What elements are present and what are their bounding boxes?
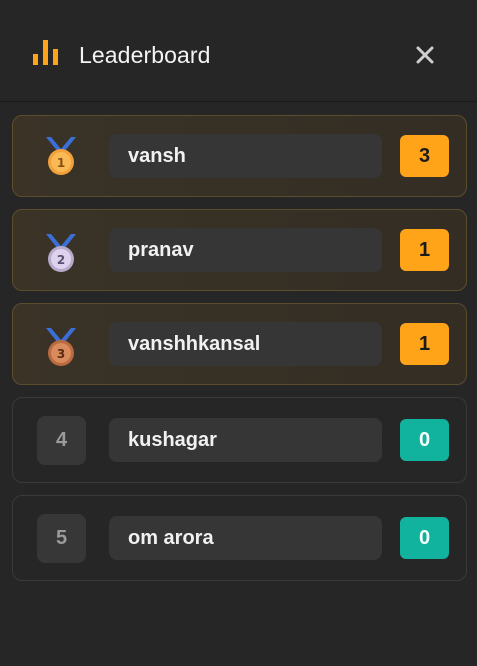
leaderboard-row: 5 om arora 0 <box>12 495 467 581</box>
player-name: kushagar <box>109 418 382 462</box>
player-name: vanshhkansal <box>109 322 382 366</box>
rank-number: 4 <box>37 416 86 465</box>
gold-medal-icon: 1 <box>46 137 76 175</box>
bronze-medal-icon: 3 <box>46 328 76 366</box>
player-name: vansh <box>109 134 382 178</box>
rank-number: 5 <box>37 514 86 563</box>
leaderboard-row: 2 pranav 1 <box>12 209 467 291</box>
bar-chart-icon <box>33 40 58 65</box>
page-title: Leaderboard <box>79 42 211 68</box>
score-badge: 0 <box>400 419 449 461</box>
score-badge: 1 <box>400 323 449 365</box>
leaderboard-header: Leaderboard <box>0 0 477 102</box>
svg-text:2: 2 <box>57 253 65 267</box>
score-badge: 3 <box>400 135 449 177</box>
svg-text:3: 3 <box>57 347 65 361</box>
leaderboard-row: 1 vansh 3 <box>12 115 467 197</box>
silver-medal-icon: 2 <box>46 234 76 272</box>
svg-text:1: 1 <box>57 156 65 170</box>
player-name: pranav <box>109 228 382 272</box>
score-badge: 1 <box>400 229 449 271</box>
leaderboard-row: 3 vanshhkansal 1 <box>12 303 467 385</box>
leaderboard-row: 4 kushagar 0 <box>12 397 467 483</box>
player-name: om arora <box>109 516 382 560</box>
close-icon[interactable] <box>411 41 439 69</box>
score-badge: 0 <box>400 517 449 559</box>
